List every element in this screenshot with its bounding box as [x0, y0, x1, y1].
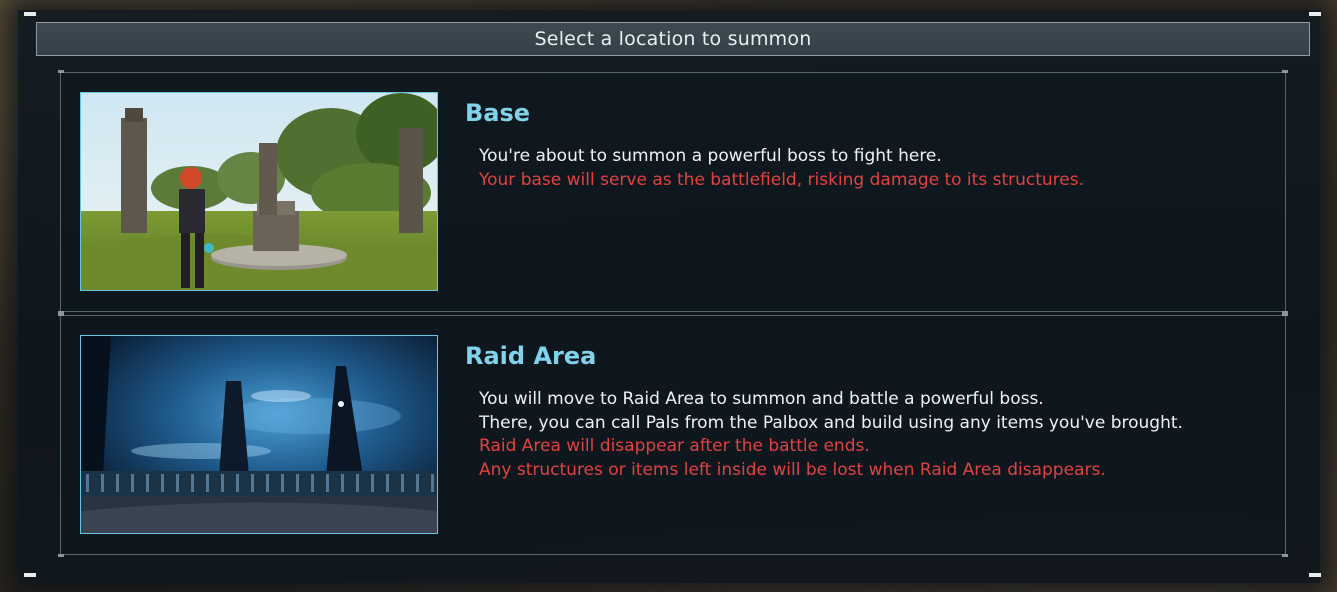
card-corner-tick	[58, 313, 64, 316]
corner-mark	[1309, 12, 1321, 16]
warning-line: Your base will serve as the battlefield,…	[479, 169, 1084, 190]
card-corner-tick	[1282, 554, 1288, 557]
option-title-base: Base	[465, 99, 531, 127]
corner-mark	[24, 573, 36, 577]
option-title-raid-area: Raid Area	[465, 342, 597, 370]
card-corner-tick	[1282, 70, 1288, 73]
card-corner-tick	[1282, 313, 1288, 316]
warning-line: Any structures or items left inside will…	[479, 459, 1106, 480]
card-corner-tick	[58, 554, 64, 557]
card-corner-tick	[58, 70, 64, 73]
dialog-title: Select a location to summon	[36, 22, 1310, 56]
location-option-raid-area[interactable]: Raid Area You will move to Raid Area to …	[58, 313, 1288, 557]
option-description-base: You're about to summon a powerful boss t…	[479, 145, 1084, 192]
corner-mark	[1309, 573, 1321, 577]
location-option-base[interactable]: Base You're about to summon a powerful b…	[58, 70, 1288, 314]
description-line: You're about to summon a powerful boss t…	[479, 146, 942, 166]
corner-mark	[24, 12, 36, 16]
warning-line: Raid Area will disappear after the battl…	[479, 436, 870, 456]
option-description-raid-area: You will move to Raid Area to summon and…	[479, 388, 1183, 482]
base-thumbnail	[80, 92, 438, 291]
description-line: You will move to Raid Area to summon and…	[479, 389, 1044, 409]
raid-area-thumbnail	[80, 335, 438, 534]
description-line: There, you can call Pals from the Palbox…	[479, 412, 1183, 433]
